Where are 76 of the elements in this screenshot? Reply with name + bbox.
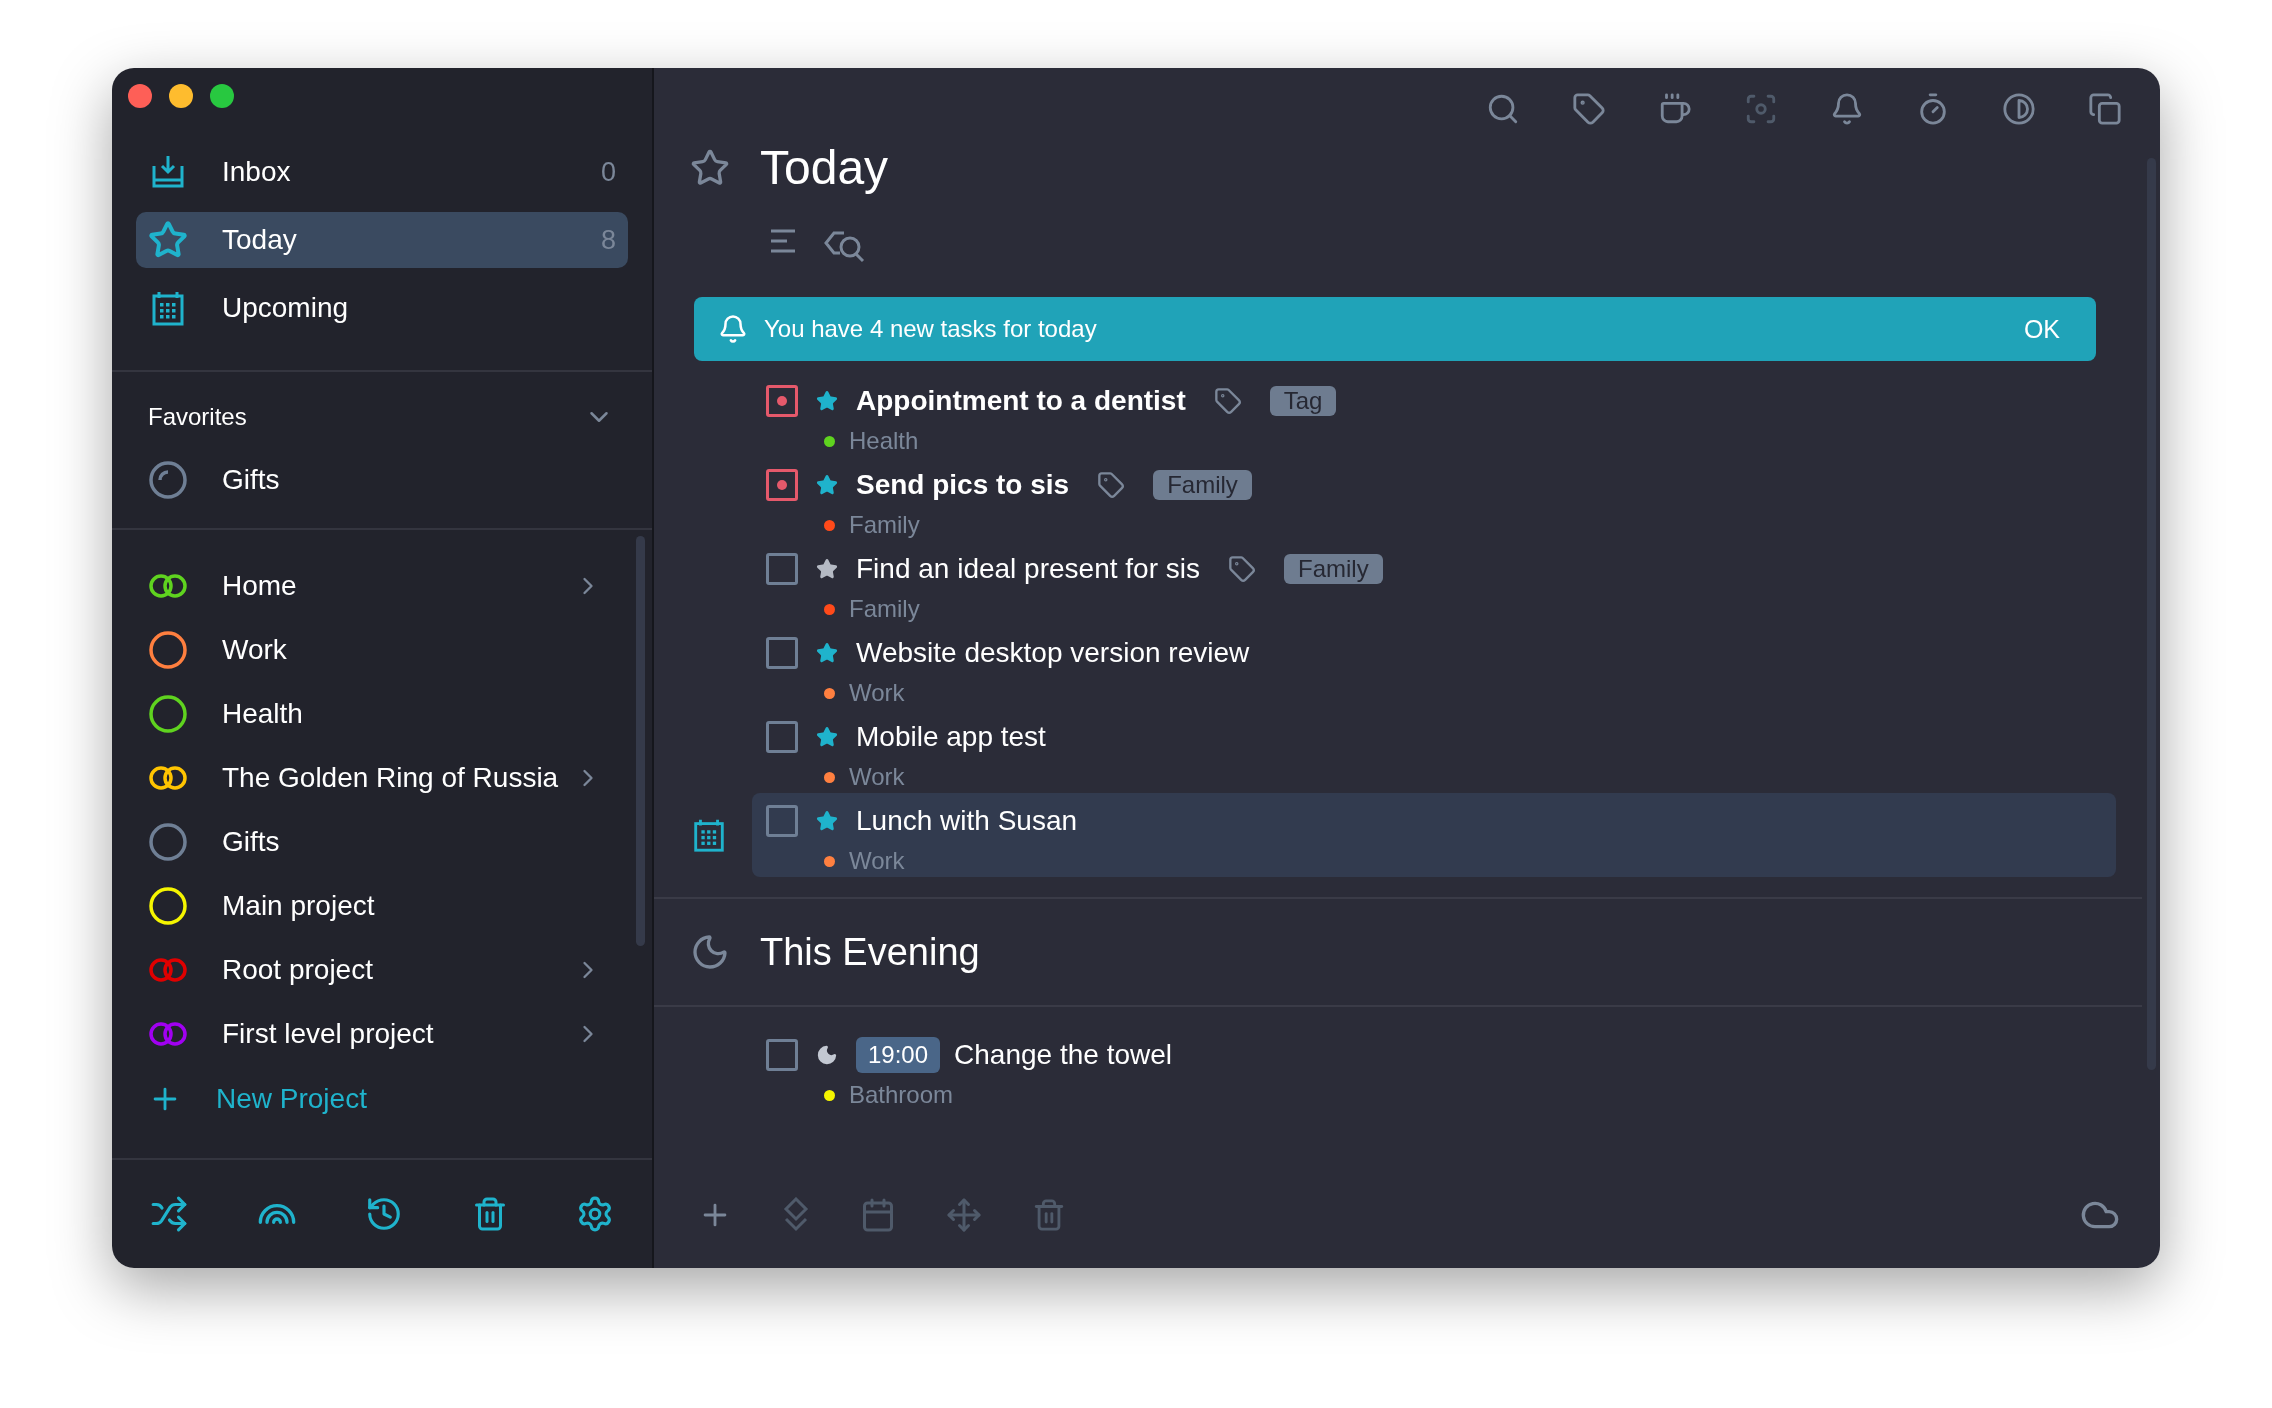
project-item[interactable]: Main project <box>112 874 652 938</box>
task-title: Mobile app test <box>856 721 1046 753</box>
task-row[interactable]: Appointment to a dentist Tag Health <box>752 373 2116 457</box>
nav-label: Inbox <box>222 156 292 188</box>
task-row[interactable]: Lunch with Susan Work <box>752 793 2116 877</box>
project-item[interactable]: Work <box>112 618 652 682</box>
task-checkbox[interactable] <box>766 805 798 837</box>
project-item[interactable]: Health <box>112 682 652 746</box>
task-title: Change the towel <box>954 1039 1172 1071</box>
project-name: Work <box>849 763 905 791</box>
project-name: Family <box>849 595 920 623</box>
moon-icon <box>690 932 730 972</box>
nav-item[interactable]: Today 8 <box>136 212 628 268</box>
progress-ring-icon <box>148 460 188 500</box>
project-item[interactable]: Root project <box>112 938 652 1002</box>
project-name: Bathroom <box>849 1081 954 1109</box>
zoom-button[interactable] <box>210 84 234 108</box>
section-title: Favorites <box>148 403 247 431</box>
bell-icon <box>718 314 748 344</box>
tag-icon <box>1213 387 1242 415</box>
project-label: Health <box>222 698 304 730</box>
item-count: 8 <box>600 224 616 256</box>
task-row[interactable]: Website desktop version review Work <box>752 625 2116 709</box>
tag-label: Family <box>1283 554 1383 584</box>
project-label: The Golden Ring of Russia <box>222 762 560 794</box>
task-title: Send pics to sis <box>856 469 1070 501</box>
task-checkbox[interactable] <box>766 1039 798 1071</box>
page-title: Today <box>760 140 889 195</box>
task-row[interactable]: 19:00 Change the towel Bathroom <box>752 1027 2116 1111</box>
project-label: Main project <box>222 890 376 922</box>
item-label: Gifts <box>222 464 281 496</box>
task-title: Lunch with Susan <box>856 805 1078 837</box>
task-checkbox[interactable] <box>766 469 798 501</box>
task-title: Website desktop version review <box>856 637 1250 669</box>
nav-label: Upcoming <box>222 292 350 324</box>
task-title: Appointment to a dentist <box>856 385 1186 417</box>
section-title: This Evening <box>760 930 980 974</box>
star-icon <box>148 220 188 260</box>
task-row[interactable]: Find an ideal present for sis Family Family <box>752 541 2116 625</box>
moon-icon <box>816 1044 838 1066</box>
project-label: Work <box>222 634 288 666</box>
nav-item[interactable]: Upcoming <box>136 280 628 336</box>
project-item[interactable]: First level project <box>112 1002 652 1066</box>
task-checkbox[interactable] <box>766 553 798 585</box>
project-name: Work <box>849 847 905 875</box>
project-item[interactable]: Home <box>112 554 652 618</box>
project-name: Family <box>849 511 920 539</box>
project-label: Home <box>222 570 298 602</box>
new-project-button[interactable]: New Project <box>112 1072 652 1126</box>
project-item[interactable]: Gifts <box>112 810 652 874</box>
minimize-button[interactable] <box>169 84 193 108</box>
project-label: Root project <box>222 954 374 986</box>
item-count: 0 <box>600 156 616 188</box>
tag-label: Family <box>1153 470 1252 500</box>
project-item[interactable]: The Golden Ring of Russia <box>112 746 652 810</box>
task-row[interactable]: Send pics to sis Family Family <box>752 457 2116 541</box>
task-checkbox[interactable] <box>766 385 798 417</box>
notification-text: You have 4 new tasks for today <box>764 315 1098 343</box>
close-button[interactable] <box>128 84 152 108</box>
task-checkbox[interactable] <box>766 637 798 669</box>
nav-item[interactable]: Inbox 0 <box>136 144 628 200</box>
task-title: Find an ideal present for sis <box>856 553 1200 585</box>
tag-icon <box>1227 555 1256 583</box>
task-row[interactable]: Mobile app test Work <box>752 709 2116 793</box>
project-name: Health <box>849 427 919 455</box>
tag-label: Tag <box>1269 386 1337 416</box>
tag-icon <box>1097 471 1126 499</box>
project-name: Work <box>849 679 905 707</box>
scrollbar[interactable] <box>636 536 645 946</box>
task-checkbox[interactable] <box>766 721 798 753</box>
time-badge: 19:00 <box>856 1037 941 1073</box>
nav-label: Today <box>222 224 298 256</box>
project-label: First level project <box>222 1018 435 1050</box>
project-label: Gifts <box>222 826 281 858</box>
star-icon <box>690 147 730 188</box>
favorite-item[interactable]: Gifts <box>112 448 652 512</box>
